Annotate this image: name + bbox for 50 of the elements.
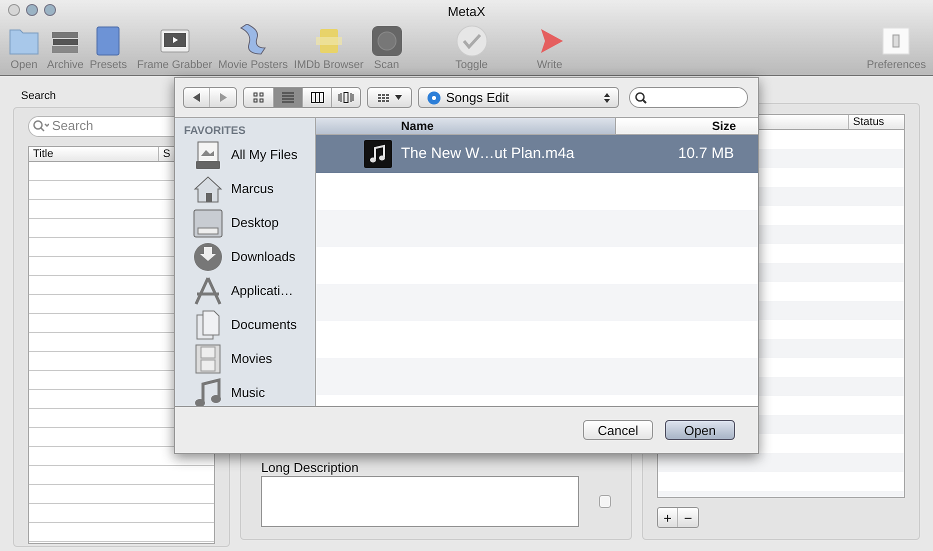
- download-icon: [193, 242, 223, 272]
- location-popup[interactable]: Songs Edit: [418, 87, 619, 108]
- sidebar-item[interactable]: Downloads: [175, 240, 315, 274]
- view-mode-tab[interactable]: [273, 88, 302, 107]
- film-icon: [193, 344, 223, 374]
- search-field[interactable]: [629, 87, 748, 108]
- checkmark-icon: [454, 24, 489, 58]
- field-label: Long Description: [261, 460, 360, 476]
- checkbox[interactable]: [598, 495, 612, 508]
- columns-icon: [310, 92, 324, 103]
- grid-icon: [378, 94, 390, 102]
- stepper-arrows-icon: [604, 92, 610, 102]
- forward-arrow-icon: [219, 93, 227, 102]
- column-header[interactable]: S: [159, 146, 174, 160]
- house-icon: [193, 174, 223, 204]
- caret-icon: [394, 95, 402, 100]
- column-header[interactable]: Title: [29, 146, 159, 160]
- sidebar-item[interactable]: Marcus: [175, 172, 315, 206]
- remove-button[interactable]: −: [678, 508, 698, 527]
- music-file-icon: [364, 140, 392, 168]
- column-header[interactable]: Size: [616, 118, 758, 134]
- sidebar-item[interactable]: Documents: [175, 308, 315, 342]
- view-mode-control[interactable]: [243, 87, 361, 108]
- sidebar-item[interactable]: Movies: [175, 342, 315, 376]
- list-icon: [282, 92, 294, 103]
- window-title: MetaX: [448, 3, 486, 21]
- file-row[interactable]: The New W…ut Plan.m4a 10.7 MB: [316, 135, 758, 173]
- ruler-pencil-icon: [193, 276, 223, 306]
- desktop-icon: [193, 208, 223, 238]
- scan-icon: [370, 24, 404, 58]
- disc-icon: [427, 90, 441, 104]
- search-icon: [635, 92, 647, 104]
- open-button[interactable]: Open: [665, 420, 735, 440]
- cancel-button[interactable]: Cancel: [583, 420, 653, 440]
- description-field[interactable]: [261, 476, 579, 527]
- sidebar-item[interactable]: All My Files: [175, 138, 315, 172]
- music-note-icon: [193, 378, 223, 406]
- arrange-button[interactable]: [367, 87, 412, 108]
- panel-label: Search: [21, 89, 56, 104]
- zoom-window-button[interactable]: [44, 4, 56, 16]
- sidebar-item[interactable]: Desktop: [175, 206, 315, 240]
- add-button[interactable]: +: [658, 508, 678, 527]
- grid-icon: [253, 92, 264, 103]
- minimize-window-button[interactable]: [26, 4, 38, 16]
- cover-flow-icon: [338, 92, 354, 103]
- sidebar-item[interactable]: Applicati…: [175, 274, 315, 308]
- sidebar-item[interactable]: Music: [175, 376, 315, 406]
- file-cabinet-icon: [193, 140, 223, 170]
- back-arrow-icon: [192, 93, 200, 102]
- search-icon: [33, 120, 49, 132]
